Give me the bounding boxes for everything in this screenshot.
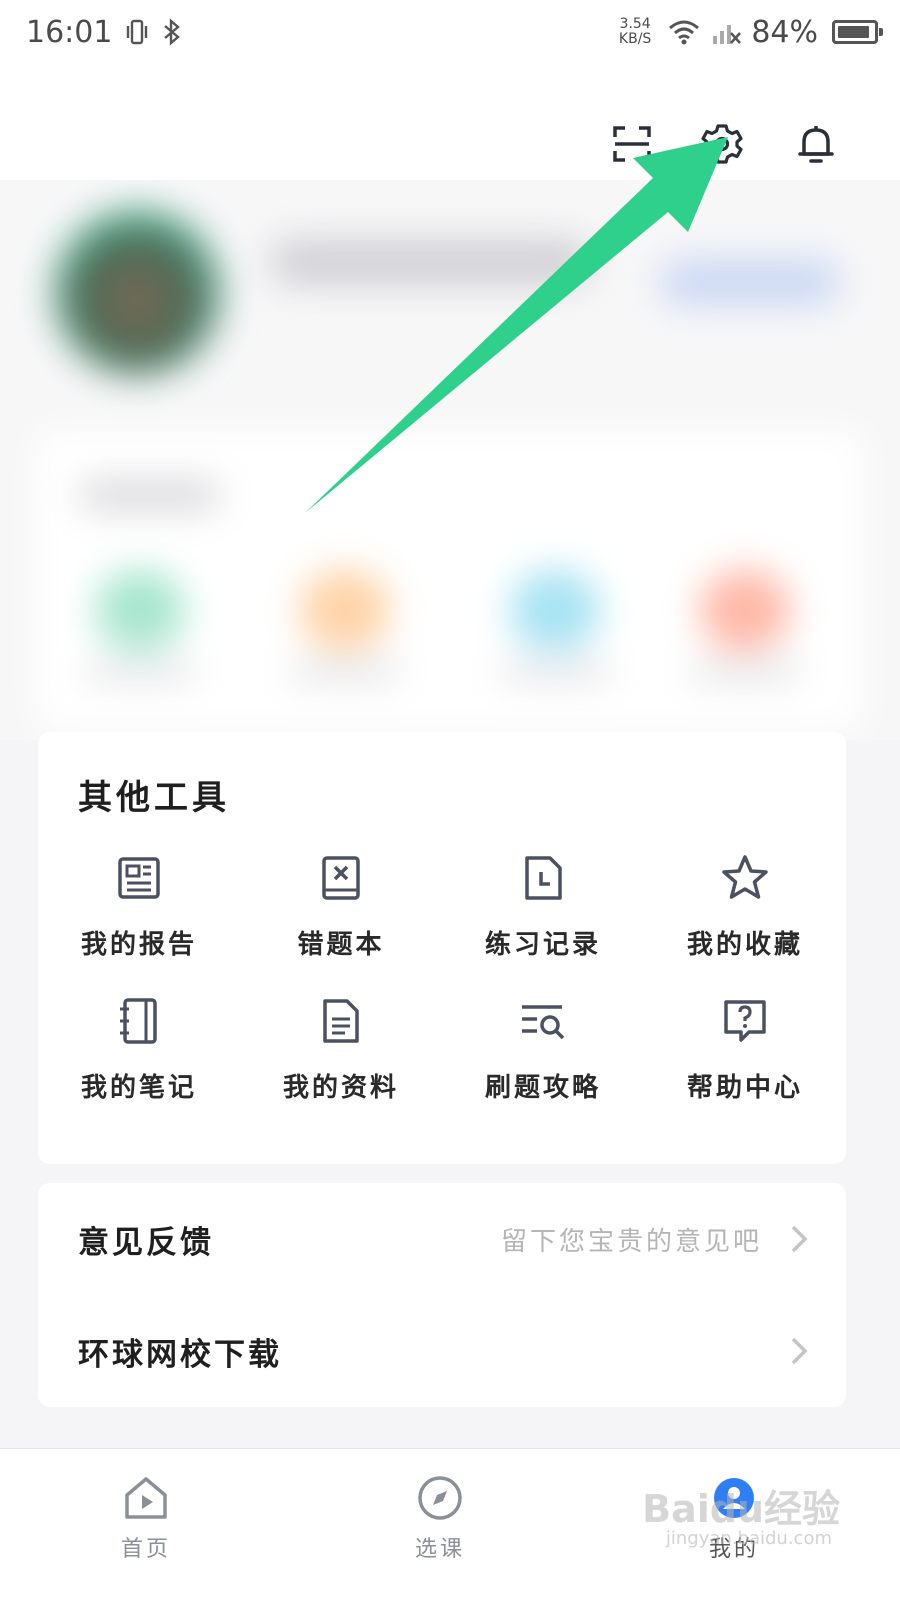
- tool-my-favorites[interactable]: 我的收藏: [644, 852, 846, 961]
- tab-home[interactable]: 首页: [86, 1473, 206, 1563]
- network-speed: 3.54 KB/S: [618, 16, 652, 47]
- tab-courses[interactable]: 选课: [380, 1473, 500, 1563]
- download-row[interactable]: 环球网校下载: [38, 1295, 846, 1407]
- compass-icon: [418, 1476, 462, 1520]
- status-time: 16:01: [26, 14, 113, 50]
- document-icon: [323, 999, 359, 1043]
- report-icon: [118, 857, 160, 899]
- practice-record-icon: [525, 856, 562, 900]
- top-bar: [0, 64, 900, 180]
- tool-error-book[interactable]: 错题本: [240, 852, 442, 961]
- profile-button-blurred: [660, 260, 840, 304]
- tool-my-notes[interactable]: 我的笔记: [38, 995, 240, 1104]
- menu-card: 意见反馈 留下您宝贵的意见吧 环球网校下载: [38, 1183, 846, 1407]
- home-icon: [125, 1477, 167, 1519]
- settings-gear-icon[interactable]: [698, 120, 746, 168]
- avatar: [55, 210, 220, 375]
- chevron-right-icon: [791, 1337, 808, 1365]
- feedback-row[interactable]: 意见反馈 留下您宝贵的意见吧: [38, 1183, 846, 1295]
- feedback-label: 意见反馈: [78, 1224, 214, 1261]
- chevron-right-icon: [791, 1225, 808, 1253]
- scan-icon[interactable]: [608, 120, 656, 168]
- notification-bell-icon[interactable]: [792, 120, 840, 168]
- battery-icon: [832, 20, 883, 44]
- other-tools-card: 其他工具 我的报告 错题本 练习记录 我的收藏 我的笔记 我的资料 刷题攻略 帮…: [38, 732, 846, 1164]
- error-book-icon: [322, 856, 360, 900]
- bluetooth-icon: [164, 18, 181, 46]
- download-label: 环球网校下载: [78, 1336, 282, 1373]
- tool-help-center[interactable]: 帮助中心: [644, 995, 846, 1104]
- battery-percent: 84%: [751, 14, 818, 50]
- search-list-icon: [522, 1005, 565, 1040]
- feedback-hint: 留下您宝贵的意见吧: [500, 1226, 762, 1257]
- notebook-icon: [120, 998, 157, 1044]
- tool-my-report[interactable]: 我的报告: [38, 852, 240, 961]
- username-blurred: [270, 240, 590, 284]
- help-icon: [724, 1000, 766, 1042]
- status-bar: 16:01 3.54 KB/S 84%: [0, 0, 900, 64]
- wifi-icon: [669, 20, 700, 45]
- tool-practice-record[interactable]: 练习记录: [442, 852, 644, 961]
- tool-practice-strategy[interactable]: 刷题攻略: [442, 995, 644, 1104]
- baidu-watermark-url: jingyan.baidu.com: [665, 1528, 832, 1549]
- profile-section-blurred: [0, 180, 900, 740]
- baidu-watermark: Baidu经验: [642, 1487, 840, 1531]
- star-icon: [722, 855, 768, 899]
- other-tools-title: 其他工具: [78, 778, 230, 818]
- tool-my-materials[interactable]: 我的资料: [240, 995, 442, 1104]
- vibrate-icon: [127, 19, 148, 45]
- signal-off-icon: [713, 25, 742, 44]
